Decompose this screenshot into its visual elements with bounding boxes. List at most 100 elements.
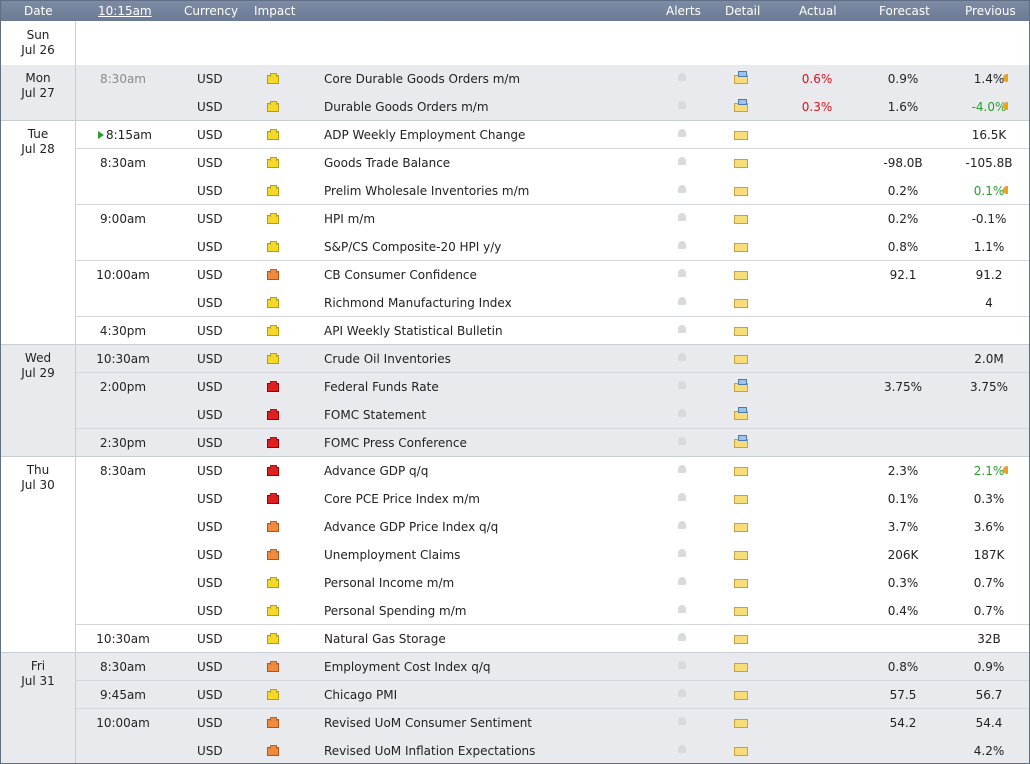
bell-icon[interactable] <box>678 73 686 81</box>
orange-impact-icon[interactable] <box>267 661 279 672</box>
event-title[interactable]: Core Durable Goods Orders m/m <box>324 72 520 86</box>
yellow-impact-icon[interactable] <box>267 101 279 112</box>
folder-icon[interactable] <box>734 467 748 476</box>
bell-icon[interactable] <box>678 605 686 613</box>
yellow-impact-icon[interactable] <box>267 605 279 616</box>
folder-icon[interactable] <box>734 215 748 224</box>
col-detail[interactable]: Detail <box>725 4 760 18</box>
event-row[interactable]: 2:00pm USD Federal Funds Rate 3.75% 3.75% <box>1 373 1029 401</box>
chart-folder-icon[interactable] <box>734 435 748 448</box>
event-title[interactable]: Goods Trade Balance <box>324 156 450 170</box>
folder-icon[interactable] <box>734 271 748 280</box>
event-title[interactable]: Unemployment Claims <box>324 548 460 562</box>
folder-icon[interactable] <box>734 495 748 504</box>
chart-folder-icon[interactable] <box>734 71 748 84</box>
col-previous[interactable]: Previous <box>965 4 1016 18</box>
event-row[interactable]: 8:30am USD Goods Trade Balance -98.0B -105.8… <box>1 149 1029 177</box>
folder-icon[interactable] <box>734 243 748 252</box>
bell-icon[interactable] <box>678 521 686 529</box>
bell-icon[interactable] <box>678 633 686 641</box>
folder-icon[interactable] <box>734 159 748 168</box>
col-time-current[interactable]: 10:15am <box>98 4 152 18</box>
event-row[interactable]: 8:30am USD Employment Cost Index q/q 0.8% 0.… <box>1 653 1029 681</box>
event-title[interactable]: CB Consumer Confidence <box>324 268 477 282</box>
event-title[interactable]: FOMC Statement <box>324 408 426 422</box>
event-row[interactable]: USD Personal Spending m/m 0.4% 0.7% <box>1 597 1029 625</box>
event-title[interactable]: S&P/CS Composite-20 HPI y/y <box>324 240 501 254</box>
chart-folder-icon[interactable] <box>734 379 748 392</box>
event-row[interactable]: 10:00am USD CB Consumer Confidence 92.1 91.2 <box>1 261 1029 289</box>
orange-impact-icon[interactable] <box>267 521 279 532</box>
folder-icon[interactable] <box>734 607 748 616</box>
event-title[interactable]: Advance GDP q/q <box>324 464 428 478</box>
event-row[interactable]: 8:30am USD Advance GDP q/q 2.3% 2.1% <box>1 457 1029 485</box>
event-row[interactable]: 10:30am USD Crude Oil Inventories 2.0M <box>1 345 1029 373</box>
folder-icon[interactable] <box>734 635 748 644</box>
folder-icon[interactable] <box>734 691 748 700</box>
event-title[interactable]: Personal Income m/m <box>324 576 454 590</box>
event-row[interactable]: USD Personal Income m/m 0.3% 0.7% <box>1 569 1029 597</box>
yellow-impact-icon[interactable] <box>267 73 279 84</box>
event-title[interactable]: Crude Oil Inventories <box>324 352 451 366</box>
col-date[interactable]: Date <box>24 4 53 18</box>
orange-impact-icon[interactable] <box>267 717 279 728</box>
yellow-impact-icon[interactable] <box>267 185 279 196</box>
event-row[interactable]: 10:30am USD Natural Gas Storage 32B <box>1 625 1029 653</box>
orange-impact-icon[interactable] <box>267 745 279 756</box>
bell-icon[interactable] <box>678 577 686 585</box>
event-title[interactable]: Employment Cost Index q/q <box>324 660 490 674</box>
orange-impact-icon[interactable] <box>267 549 279 560</box>
red-impact-icon[interactable] <box>267 437 279 448</box>
folder-icon[interactable] <box>734 719 748 728</box>
col-forecast[interactable]: Forecast <box>879 4 930 18</box>
yellow-impact-icon[interactable] <box>267 689 279 700</box>
bell-icon[interactable] <box>678 409 686 417</box>
event-row[interactable]: USD Core PCE Price Index m/m 0.1% 0.3% <box>1 485 1029 513</box>
red-impact-icon[interactable] <box>267 409 279 420</box>
bell-icon[interactable] <box>678 353 686 361</box>
event-row[interactable]: 10:00am USD Revised UoM Consumer Sentiment… <box>1 709 1029 737</box>
event-row[interactable]: USD Revised UoM Inflation Expectations 4.2… <box>1 737 1029 763</box>
bell-icon[interactable] <box>678 325 686 333</box>
bell-icon[interactable] <box>678 549 686 557</box>
bell-icon[interactable] <box>678 745 686 753</box>
folder-icon[interactable] <box>734 579 748 588</box>
folder-icon[interactable] <box>734 355 748 364</box>
bell-icon[interactable] <box>678 689 686 697</box>
event-title[interactable]: API Weekly Statistical Bulletin <box>324 324 503 338</box>
folder-icon[interactable] <box>734 131 748 140</box>
bell-icon[interactable] <box>678 437 686 445</box>
red-impact-icon[interactable] <box>267 381 279 392</box>
event-title[interactable]: Prelim Wholesale Inventories m/m <box>324 184 529 198</box>
bell-icon[interactable] <box>678 269 686 277</box>
red-impact-icon[interactable] <box>267 465 279 476</box>
folder-icon[interactable] <box>734 299 748 308</box>
event-row[interactable]: 2:30pm USD FOMC Press Conference <box>1 429 1029 457</box>
col-currency[interactable]: Currency <box>184 4 238 18</box>
yellow-impact-icon[interactable] <box>267 633 279 644</box>
orange-impact-icon[interactable] <box>267 269 279 280</box>
event-title[interactable]: Chicago PMI <box>324 688 397 702</box>
yellow-impact-icon[interactable] <box>267 157 279 168</box>
yellow-impact-icon[interactable] <box>267 297 279 308</box>
folder-icon[interactable] <box>734 747 748 756</box>
chart-folder-icon[interactable] <box>734 99 748 112</box>
event-row[interactable]: USD Advance GDP Price Index q/q 3.7% 3.6% <box>1 513 1029 541</box>
bell-icon[interactable] <box>678 465 686 473</box>
event-row[interactable]: USD S&P/CS Composite-20 HPI y/y 0.8% 1.1% <box>1 233 1029 261</box>
event-title[interactable]: Core PCE Price Index m/m <box>324 492 480 506</box>
bell-icon[interactable] <box>678 101 686 109</box>
yellow-impact-icon[interactable] <box>267 213 279 224</box>
yellow-impact-icon[interactable] <box>267 129 279 140</box>
bell-icon[interactable] <box>678 213 686 221</box>
revised-marker-icon[interactable] <box>1003 102 1008 110</box>
yellow-impact-icon[interactable] <box>267 241 279 252</box>
bell-icon[interactable] <box>678 157 686 165</box>
event-title[interactable]: Federal Funds Rate <box>324 380 439 394</box>
bell-icon[interactable] <box>678 241 686 249</box>
folder-icon[interactable] <box>734 187 748 196</box>
col-impact[interactable]: Impact <box>254 4 296 18</box>
event-row[interactable]: USD Richmond Manufacturing Index 4 <box>1 289 1029 317</box>
yellow-impact-icon[interactable] <box>267 353 279 364</box>
folder-icon[interactable] <box>734 523 748 532</box>
